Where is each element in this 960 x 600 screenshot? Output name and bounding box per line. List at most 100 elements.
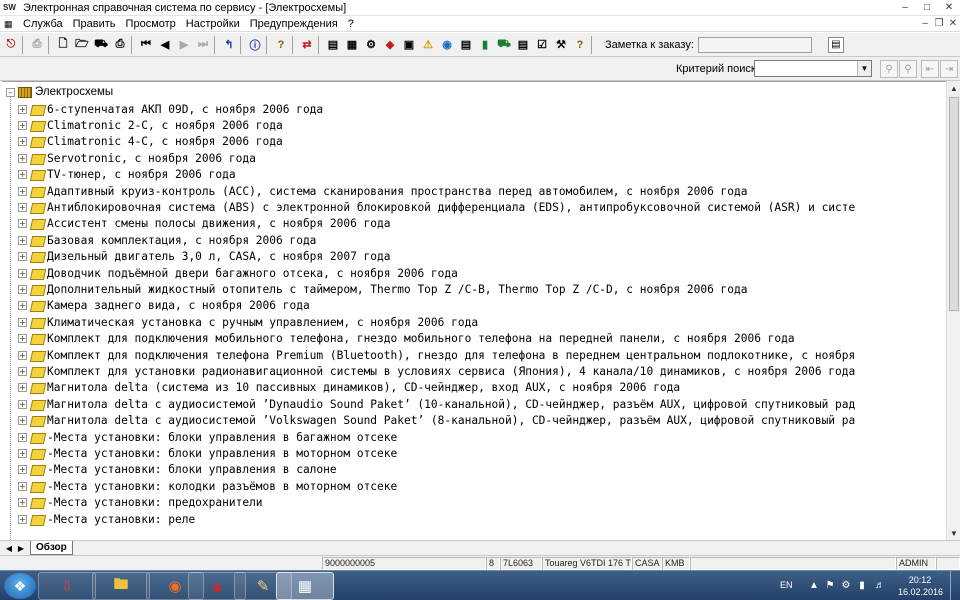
- menu-help[interactable]: ?: [343, 18, 359, 30]
- doc-restore-icon[interactable]: ❐: [932, 16, 946, 31]
- last-page-icon[interactable]: ⏭: [195, 36, 211, 54]
- doc-minimize-icon[interactable]: –: [918, 16, 932, 31]
- tree-item[interactable]: + Ассистент смены полосы движения, с нояб…: [18, 216, 391, 232]
- bookmark-icon[interactable]: ▮: [477, 36, 493, 54]
- tray-network-icon[interactable]: ▮: [856, 579, 868, 591]
- taskbar-downloader-icon[interactable]: ⇩: [38, 572, 96, 600]
- tree-item[interactable]: + Магнитола delta (система из 10 пассивны…: [18, 380, 680, 396]
- tray-flag-icon[interactable]: ⚑: [824, 579, 836, 591]
- tray-volume-icon[interactable]: ♬: [874, 579, 886, 591]
- expand-icon[interactable]: +: [18, 350, 27, 360]
- tree-item[interactable]: + -Места установки: блоки управления в мо…: [18, 445, 397, 461]
- parts-icon[interactable]: ◆: [382, 36, 398, 54]
- close-icon[interactable]: ✕: [938, 0, 960, 15]
- order-note-field[interactable]: [697, 36, 812, 53]
- tree-item[interactable]: + Магнитола delta с аудиосистемой ’Volksw…: [18, 413, 855, 429]
- tree-item[interactable]: + -Места установки: реле: [18, 511, 195, 527]
- scroll-down-icon[interactable]: ▼: [947, 526, 960, 540]
- tree-item[interactable]: + Базовая комплектация, с ноября 2006 год…: [18, 232, 316, 248]
- tree-item[interactable]: + Комплект для подключения телефона Premi…: [18, 347, 855, 363]
- tree-root[interactable]: – Электросхемы: [6, 84, 113, 100]
- tab-scroll-right-icon[interactable]: ▶: [16, 543, 26, 554]
- car-icon[interactable]: ⛟: [496, 36, 512, 54]
- tab-scroll-left-icon[interactable]: ◀: [4, 543, 14, 554]
- tree-item[interactable]: + -Места установки: колодки разъёмов в мо…: [18, 478, 397, 494]
- expand-icon[interactable]: +: [18, 235, 27, 245]
- show-desktop-button[interactable]: [950, 571, 960, 600]
- tree-item[interactable]: + Climatronic 2-C, с ноября 2006 года: [18, 117, 283, 133]
- goto-first-icon[interactable]: ⇤: [921, 60, 939, 78]
- tree-item[interactable]: + Комплект для подключения мобильного тел…: [18, 331, 795, 347]
- tree-item[interactable]: + Магнитола delta с аудиосистемой ’Dynaud…: [18, 396, 855, 412]
- tray-language[interactable]: EN: [780, 580, 793, 590]
- switch-icon[interactable]: ⇄: [299, 36, 315, 54]
- tab-overview[interactable]: Обзор: [30, 541, 73, 555]
- expand-icon[interactable]: +: [18, 137, 27, 147]
- tree-item[interactable]: + Климатическая установка с ручным управл…: [18, 314, 478, 330]
- exit-icon[interactable]: ⎋: [3, 36, 19, 54]
- tree-item[interactable]: +6-ступенчатая АКП 09D, с ноября 2006 го…: [18, 101, 323, 117]
- help-icon[interactable]: ?: [273, 36, 289, 54]
- context-help-icon[interactable]: ?: [572, 36, 588, 54]
- menu-service[interactable]: Служба: [18, 18, 68, 30]
- next-page-icon[interactable]: ▶: [176, 36, 192, 54]
- search-criteria-select[interactable]: ▼: [754, 60, 872, 77]
- expand-icon[interactable]: +: [18, 170, 27, 180]
- print-list-icon[interactable]: ⎙: [112, 36, 128, 54]
- tree-item[interactable]: + Climatronic 4-C, с ноября 2006 года: [18, 134, 283, 150]
- open-icon[interactable]: 🗁: [74, 36, 90, 54]
- expand-icon[interactable]: +: [18, 153, 27, 163]
- recall-icon[interactable]: ▤: [458, 36, 474, 54]
- globe-icon[interactable]: ◉: [439, 36, 455, 54]
- expand-icon[interactable]: +: [18, 186, 27, 196]
- new-document-icon[interactable]: 🗋: [55, 36, 71, 54]
- scroll-up-icon[interactable]: ▲: [947, 81, 960, 95]
- expand-icon[interactable]: +: [18, 268, 27, 278]
- minimize-icon[interactable]: –: [894, 0, 916, 15]
- expand-icon[interactable]: +: [18, 252, 27, 262]
- menu-view[interactable]: Просмотр: [121, 18, 181, 30]
- tree-item[interactable]: + TV-тюнер, с ноября 2006 года: [18, 167, 236, 183]
- doc-close-icon[interactable]: ✕: [946, 16, 960, 31]
- tree-item[interactable]: + Доводчик подъёмной двери багажного отсе…: [18, 265, 458, 281]
- menu-edit[interactable]: Править: [68, 18, 121, 30]
- expand-icon[interactable]: +: [18, 498, 27, 508]
- scroll-thumb[interactable]: [949, 97, 959, 311]
- expand-icon[interactable]: +: [18, 301, 27, 311]
- expand-icon[interactable]: +: [18, 104, 27, 114]
- expand-icon[interactable]: +: [18, 383, 27, 393]
- taskbar-service-app-icon[interactable]: ▦: [276, 572, 334, 600]
- expand-icon[interactable]: +: [18, 121, 27, 131]
- expand-icon[interactable]: +: [18, 416, 27, 426]
- tray-clock[interactable]: 20:12 16.02.2016: [898, 574, 943, 598]
- tree-item[interactable]: + Дополнительный жидкостный отопитель с т…: [18, 281, 748, 297]
- history-icon[interactable]: ▤: [515, 36, 531, 54]
- expand-icon[interactable]: +: [18, 481, 27, 491]
- expand-icon[interactable]: +: [18, 219, 27, 229]
- documents-icon[interactable]: ▣: [401, 36, 417, 54]
- tree-item[interactable]: + Камера заднего вида, с ноября 2006 года: [18, 298, 310, 314]
- order-note-button[interactable]: ▤: [827, 36, 844, 53]
- tree-item[interactable]: + Адаптивный круиз-контроль (ACC), систем…: [18, 183, 748, 199]
- tools-icon[interactable]: ⚒: [553, 36, 569, 54]
- labour-icon[interactable]: ⚙: [363, 36, 379, 54]
- manual-icon[interactable]: ▤: [325, 36, 341, 54]
- expand-icon[interactable]: +: [18, 317, 27, 327]
- search-next-icon[interactable]: ⚲: [899, 60, 917, 78]
- tree-item[interactable]: + Дизельный двигатель 3,0 л, CASA, с нояб…: [18, 249, 391, 265]
- expand-icon[interactable]: +: [18, 285, 27, 295]
- vertical-scrollbar[interactable]: ▲ ▼: [946, 81, 960, 540]
- tray-chevron-up-icon[interactable]: ▲: [808, 579, 820, 591]
- tree-item[interactable]: + -Места установки: блоки управления в са…: [18, 462, 337, 478]
- expand-icon[interactable]: +: [18, 465, 27, 475]
- maximize-icon[interactable]: □: [916, 0, 938, 15]
- tree-item[interactable]: + Комплект для установки радионавигационн…: [18, 363, 855, 379]
- expand-icon[interactable]: +: [18, 203, 27, 213]
- start-windows-icon[interactable]: ❖: [4, 573, 36, 599]
- first-page-icon[interactable]: ⏮: [138, 36, 154, 54]
- taskbar-explorer-icon[interactable]: 🖿: [92, 572, 150, 600]
- expand-icon[interactable]: +: [18, 449, 27, 459]
- chevron-down-icon[interactable]: ▼: [857, 61, 871, 76]
- goto-last-icon[interactable]: ⇥: [940, 60, 958, 78]
- collapse-icon[interactable]: –: [6, 87, 15, 97]
